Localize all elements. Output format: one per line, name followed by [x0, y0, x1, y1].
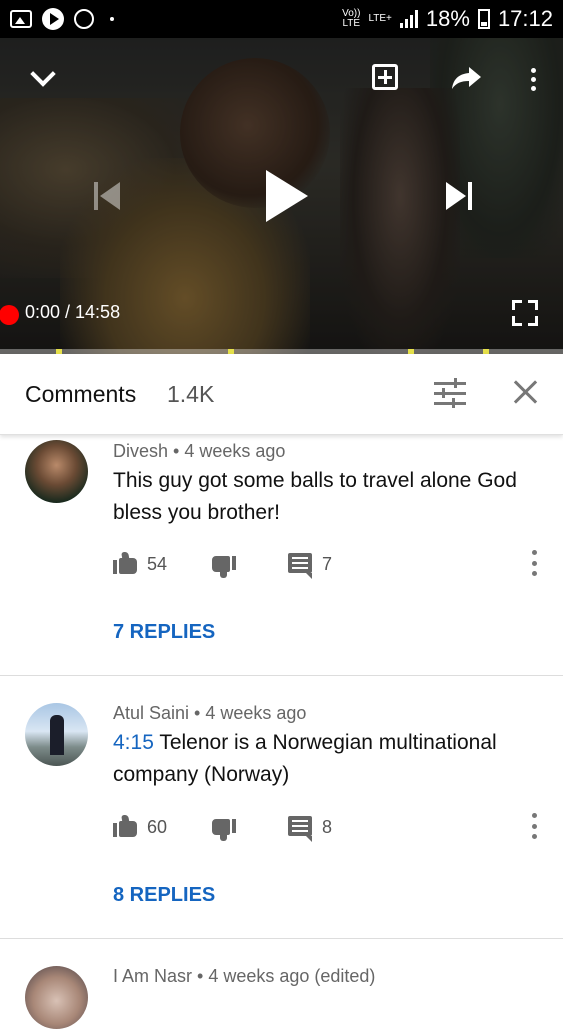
more-options-icon[interactable]: [520, 62, 546, 96]
comment-meta: Divesh • 4 weeks ago: [113, 441, 286, 461]
lte-plus-label: LTE+: [368, 13, 392, 24]
comment-meta: Atul Saini • 4 weeks ago: [113, 703, 307, 723]
avatar[interactable]: [25, 966, 88, 1029]
avatar[interactable]: [25, 440, 88, 503]
comment-body: This guy got some balls to travel alone …: [113, 469, 517, 524]
no-sim-icon: [74, 9, 94, 29]
more-notifications-dot-icon: [110, 17, 114, 21]
notification-icons: [10, 8, 114, 30]
comment-actions: 54 7: [113, 550, 543, 580]
time-display: 0:00 / 14:58: [25, 302, 121, 322]
comment-menu-icon[interactable]: [532, 813, 538, 839]
comments-header: Comments 1.4K: [0, 354, 563, 435]
next-video-icon[interactable]: [440, 178, 478, 214]
reply-count: 8: [322, 817, 333, 837]
comments-count: 1.4K: [167, 381, 215, 407]
battery-percent: 18%: [425, 6, 470, 31]
avatar[interactable]: [25, 703, 88, 766]
clock: 17:12: [497, 6, 553, 31]
comments-title: Comments: [25, 381, 137, 407]
signal-icon: [399, 10, 418, 28]
progress-scrubber-handle[interactable]: [0, 305, 19, 325]
system-icons: Vo)) LTE LTE+ 18% 17:12: [342, 6, 553, 32]
share-icon[interactable]: [448, 62, 484, 94]
previous-video-icon[interactable]: [88, 178, 126, 214]
gallery-icon: [10, 10, 32, 28]
add-to-playlist-icon[interactable]: [368, 60, 402, 94]
view-replies-button[interactable]: 7 REPLIES: [113, 621, 215, 644]
dislike-icon[interactable]: [212, 556, 236, 578]
reply-count: 7: [322, 554, 333, 574]
status-bar: Vo)) LTE LTE+ 18% 17:12: [0, 0, 563, 38]
like-icon[interactable]: [113, 815, 137, 837]
comment-text: This guy got some balls to travel alone …: [113, 465, 543, 529]
fullscreen-icon[interactable]: [512, 300, 538, 326]
reply-icon[interactable]: [288, 553, 312, 579]
comment-text: 4:15 Telenor is a Norwegian multinationa…: [113, 727, 543, 791]
video-timestamp-link[interactable]: 4:15: [113, 731, 154, 754]
comment-meta: I Am Nasr • 4 weeks ago (edited): [113, 966, 376, 986]
comment-actions: 60 8: [113, 813, 543, 843]
play-store-icon: [42, 8, 64, 30]
dislike-icon[interactable]: [212, 819, 236, 841]
battery-icon: [477, 9, 490, 29]
volte-label: Vo)) LTE: [342, 8, 361, 29]
sort-filter-icon[interactable]: [434, 378, 466, 408]
comment-body: Telenor is a Norwegian multinational com…: [113, 731, 497, 786]
comment-item: Divesh • 4 weeks ago This guy got some b…: [0, 434, 563, 676]
comment-list[interactable]: Divesh • 4 weeks ago This guy got some b…: [0, 434, 563, 1029]
video-player[interactable]: 0:00 / 14:58: [0, 38, 563, 354]
comment-item: Atul Saini • 4 weeks ago 4:15 Telenor is…: [0, 676, 563, 939]
comment-menu-icon[interactable]: [532, 550, 538, 576]
comment-item: I Am Nasr • 4 weeks ago (edited): [0, 939, 563, 1029]
like-icon[interactable]: [113, 552, 137, 574]
reply-icon[interactable]: [288, 816, 312, 842]
view-replies-button[interactable]: 8 REPLIES: [113, 884, 215, 907]
close-comments-icon[interactable]: [512, 379, 538, 405]
minimize-chevron-down-icon[interactable]: [22, 60, 64, 96]
play-icon[interactable]: [262, 168, 312, 224]
like-count: 54: [147, 554, 168, 574]
like-count: 60: [147, 817, 168, 837]
